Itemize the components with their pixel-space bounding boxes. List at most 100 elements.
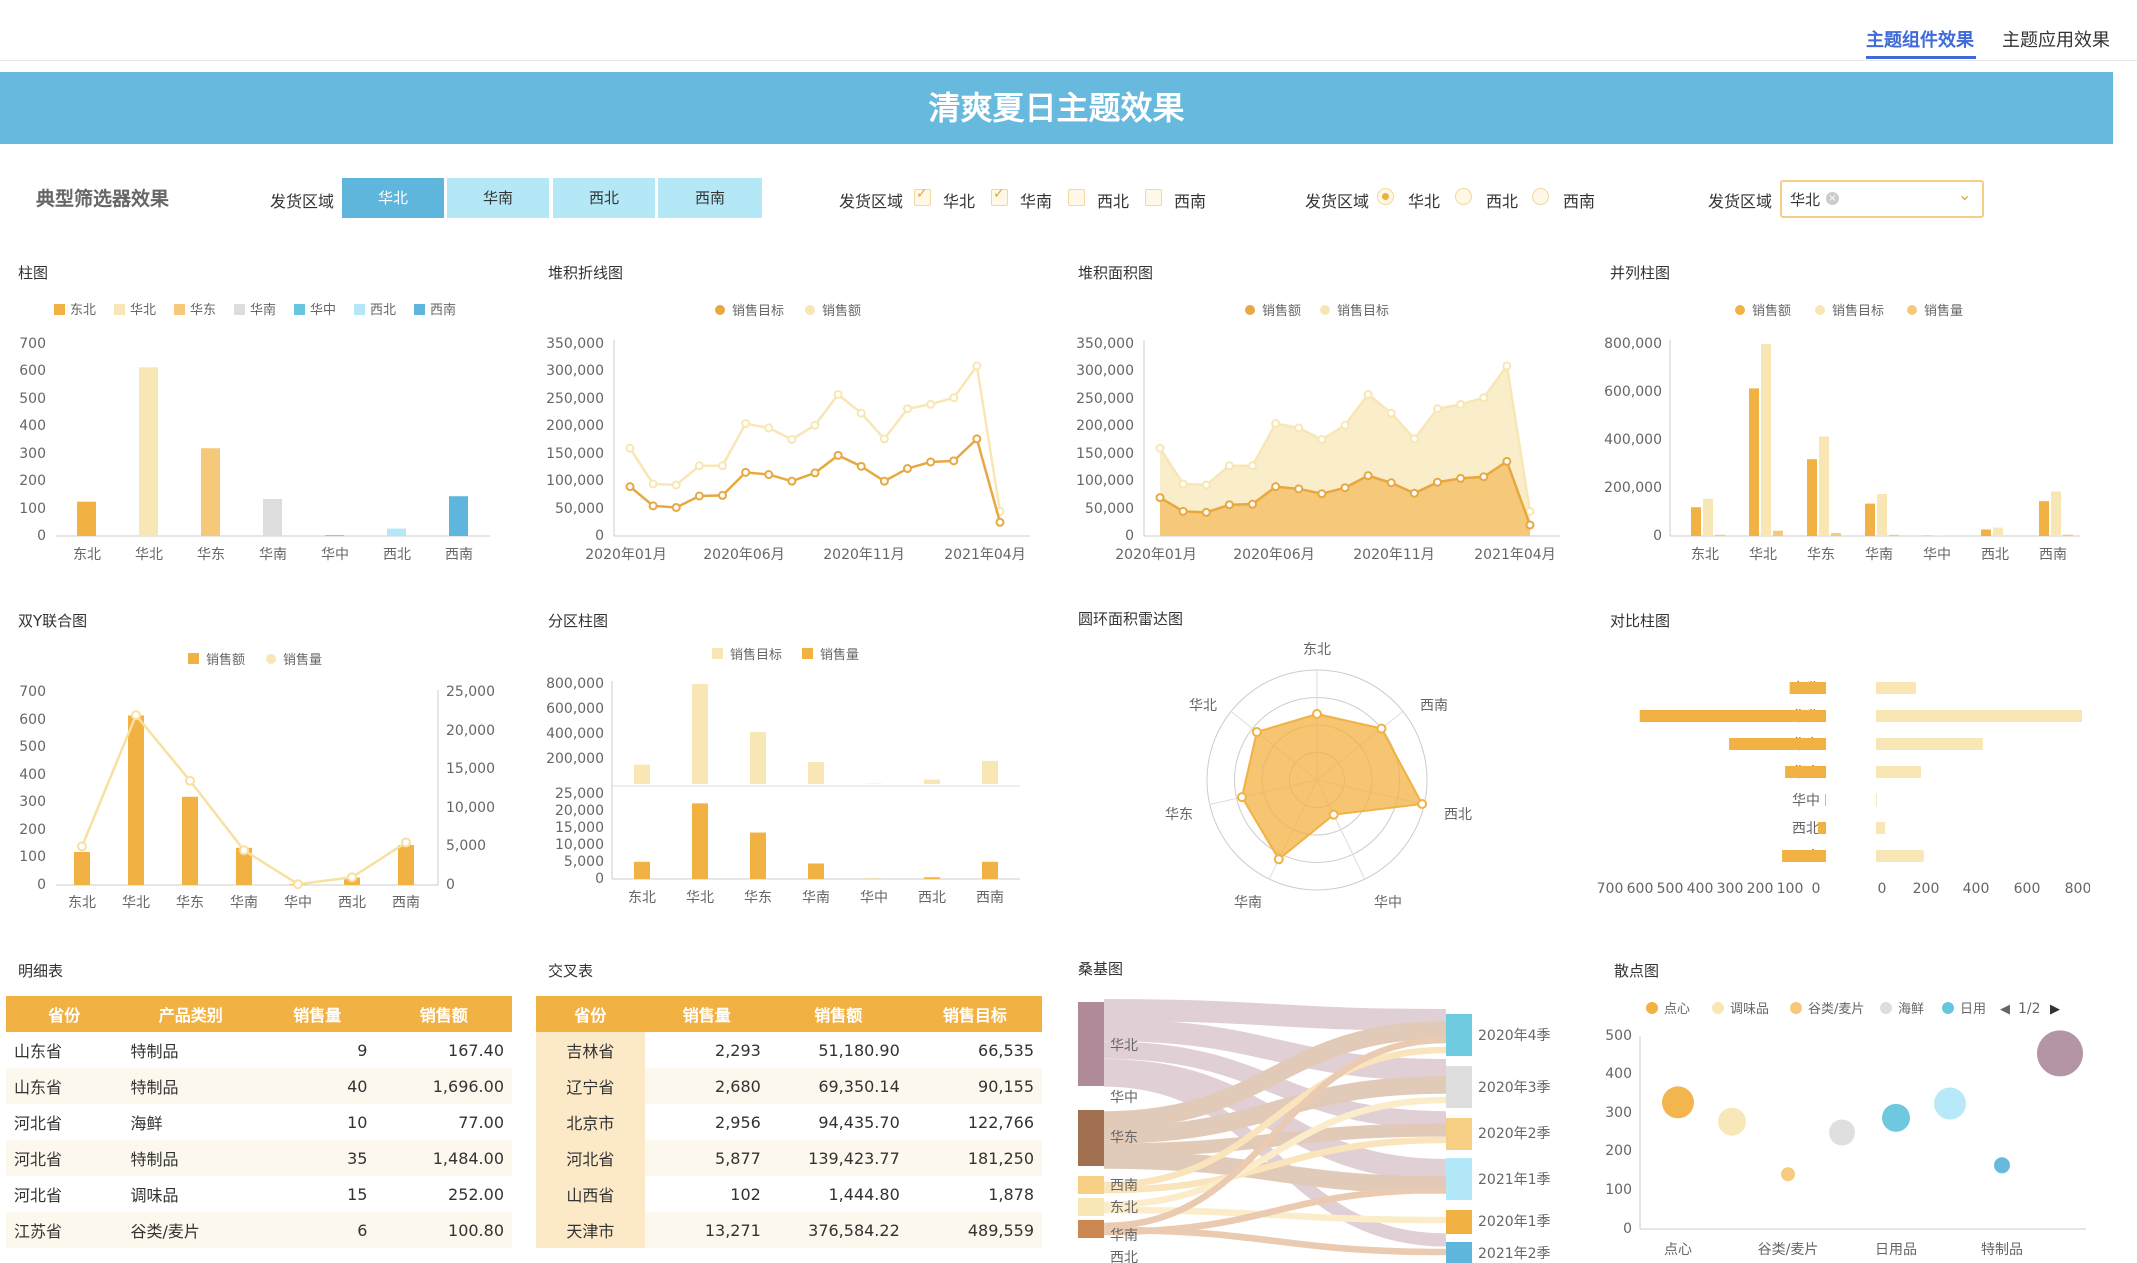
checkbox-xibei[interactable]	[1068, 189, 1085, 206]
legend-huanan: 华南	[250, 302, 276, 318]
legend-swatch-dongbei	[54, 304, 65, 315]
line-point	[764, 470, 774, 480]
radio-xibei[interactable]	[1455, 188, 1472, 205]
grouped-bar	[1715, 534, 1725, 536]
stackline-ytick: 200,000	[546, 418, 604, 434]
tab-theme-application[interactable]: 主题应用效果	[2002, 26, 2110, 52]
line-point	[1178, 479, 1188, 489]
bar	[263, 498, 282, 536]
segment-option-huanan[interactable]: 华南	[447, 178, 549, 218]
cross-col-target[interactable]: 销售目标	[907, 996, 1042, 1032]
checkbox-huanan[interactable]	[991, 186, 1008, 206]
bar-ytick: 600	[19, 363, 46, 379]
dualy-xtick: 华北	[122, 895, 150, 911]
cross-col-volume[interactable]: 销售量	[644, 996, 769, 1032]
bar-xtick: 华南	[259, 547, 287, 563]
split-bar-top	[924, 779, 940, 784]
line-point	[856, 461, 866, 471]
detail-col-volume[interactable]: 销售量	[258, 996, 376, 1032]
splitbar-ytick-bottom: 5,000	[564, 854, 604, 870]
table-cell: 15	[347, 1184, 368, 1204]
line-point	[1525, 520, 1535, 530]
dualy-ytick-left: 100	[19, 849, 46, 865]
legend-huazhong: 华中	[310, 303, 336, 318]
table-cell: 90,155	[907, 1068, 1042, 1104]
legend-volume: 销售量	[820, 647, 859, 663]
bar-xtick: 华东	[197, 547, 225, 563]
segment-filter-label: 发货区域	[270, 192, 335, 211]
detail-col-sales[interactable]: 销售额	[375, 996, 512, 1032]
line-point	[1294, 423, 1304, 433]
scatter-point	[1882, 1103, 1910, 1132]
scatter-point	[1994, 1157, 2010, 1174]
chart-title-grouped-bar: 并列柱图	[1610, 264, 1671, 282]
groupbar-ytick: 200,000	[1604, 480, 1662, 496]
legend-volume: 销售量	[1924, 303, 1963, 319]
radio-huabei[interactable]	[1377, 188, 1394, 205]
detail-col-category[interactable]: 产品类别	[122, 996, 259, 1032]
radar-point	[1376, 723, 1387, 734]
detail-col-province[interactable]: 省份	[6, 996, 123, 1032]
checkbox-label-huabei: 华北	[943, 192, 976, 211]
stackarea-ytick: 200,000	[1076, 418, 1134, 434]
compare-bar-left	[1785, 766, 1826, 778]
legend-next-icon[interactable]: ▶	[2050, 1002, 2060, 1017]
sankey-right-label: 2021年1季	[1478, 1172, 1551, 1188]
clear-tag-icon[interactable]: ×	[1826, 192, 1839, 205]
radio-label-huabei: 华北	[1408, 192, 1441, 211]
legend-sales: 销售额	[206, 652, 245, 668]
radio-xinan[interactable]	[1532, 188, 1549, 205]
groupbar-ytick: 400,000	[1604, 432, 1662, 448]
stackarea-ytick: 350,000	[1076, 336, 1134, 352]
line-point	[1178, 506, 1188, 516]
dualy-xtick: 华中	[284, 895, 312, 911]
table-row: 河北省 特制品 35 1,484.00	[6, 1140, 512, 1176]
cross-col-sales[interactable]: 销售额	[768, 996, 908, 1032]
radar-chart: 东北 西南 西北 华中 华南 华东 华北	[1165, 642, 1472, 911]
region-select[interactable]: 华北 × ⌄	[1780, 180, 1984, 218]
table-cell: 天津市	[536, 1212, 645, 1248]
cross-col-province[interactable]: 省份	[536, 996, 645, 1032]
bar	[201, 448, 220, 536]
legend-prev-icon[interactable]: ◀	[2000, 1002, 2010, 1017]
splitbar-xtick: 西北	[918, 890, 946, 906]
groupbar-ytick: 800,000	[1604, 336, 1662, 352]
line-point	[1317, 434, 1327, 444]
dualy-ytick-right: 15,000	[446, 761, 495, 777]
legend-swatch-sales	[805, 305, 815, 315]
legend-swatch-volume	[266, 654, 276, 664]
compare-xtick-left: 0	[1812, 881, 1821, 897]
line-point	[648, 479, 658, 489]
table-cell: 北京市	[536, 1104, 645, 1140]
segment-option-huabei[interactable]: 华北	[342, 178, 444, 218]
stackarea-ytick: 250,000	[1076, 391, 1134, 407]
table-cell: 河北省	[14, 1114, 63, 1133]
select-tag-value: 华北	[1790, 191, 1821, 209]
radar-axis-label: 华中	[1374, 895, 1402, 911]
table-cell: 51,180.90	[818, 1040, 900, 1060]
table-cell: 1,878	[988, 1184, 1034, 1204]
compare-bar-left	[1825, 794, 1826, 806]
radar-point	[1312, 709, 1322, 719]
stackarea-xtick: 2020年11月	[1353, 547, 1434, 563]
line-series	[629, 436, 1002, 523]
table-row: 山东省 特制品 40 1,696.00	[6, 1068, 512, 1104]
table-cell: 辽宁省	[536, 1068, 645, 1104]
segment-option-xinan[interactable]: 西南	[658, 178, 762, 218]
sankey-left-label: 西南	[1110, 1178, 1138, 1194]
dual-y-chart: 销售额 销售量 700 600 500 400 300 200 100 0 25…	[19, 652, 495, 911]
compare-bar-chart: 东北 华北 华东 华南 华中 西北 西南 700 600 500 400 300…	[1597, 681, 2090, 897]
checkbox-xinan[interactable]	[1145, 189, 1162, 206]
dualy-ytick-left: 200	[19, 822, 46, 838]
table-cell: 特制品	[122, 1140, 259, 1176]
checkbox-huabei[interactable]	[914, 186, 931, 206]
grouped-bar	[1831, 533, 1841, 536]
segment-option-xibei[interactable]: 西北	[553, 178, 655, 218]
sankey-node-2021q1	[1446, 1158, 1472, 1200]
line-point	[1224, 461, 1234, 471]
chevron-down-icon[interactable]: ⌄	[1958, 185, 1971, 204]
line-point	[741, 419, 751, 429]
line-point	[694, 491, 704, 501]
grouped-bar	[2039, 501, 2049, 536]
tab-theme-components[interactable]: 主题组件效果	[1866, 26, 1974, 52]
